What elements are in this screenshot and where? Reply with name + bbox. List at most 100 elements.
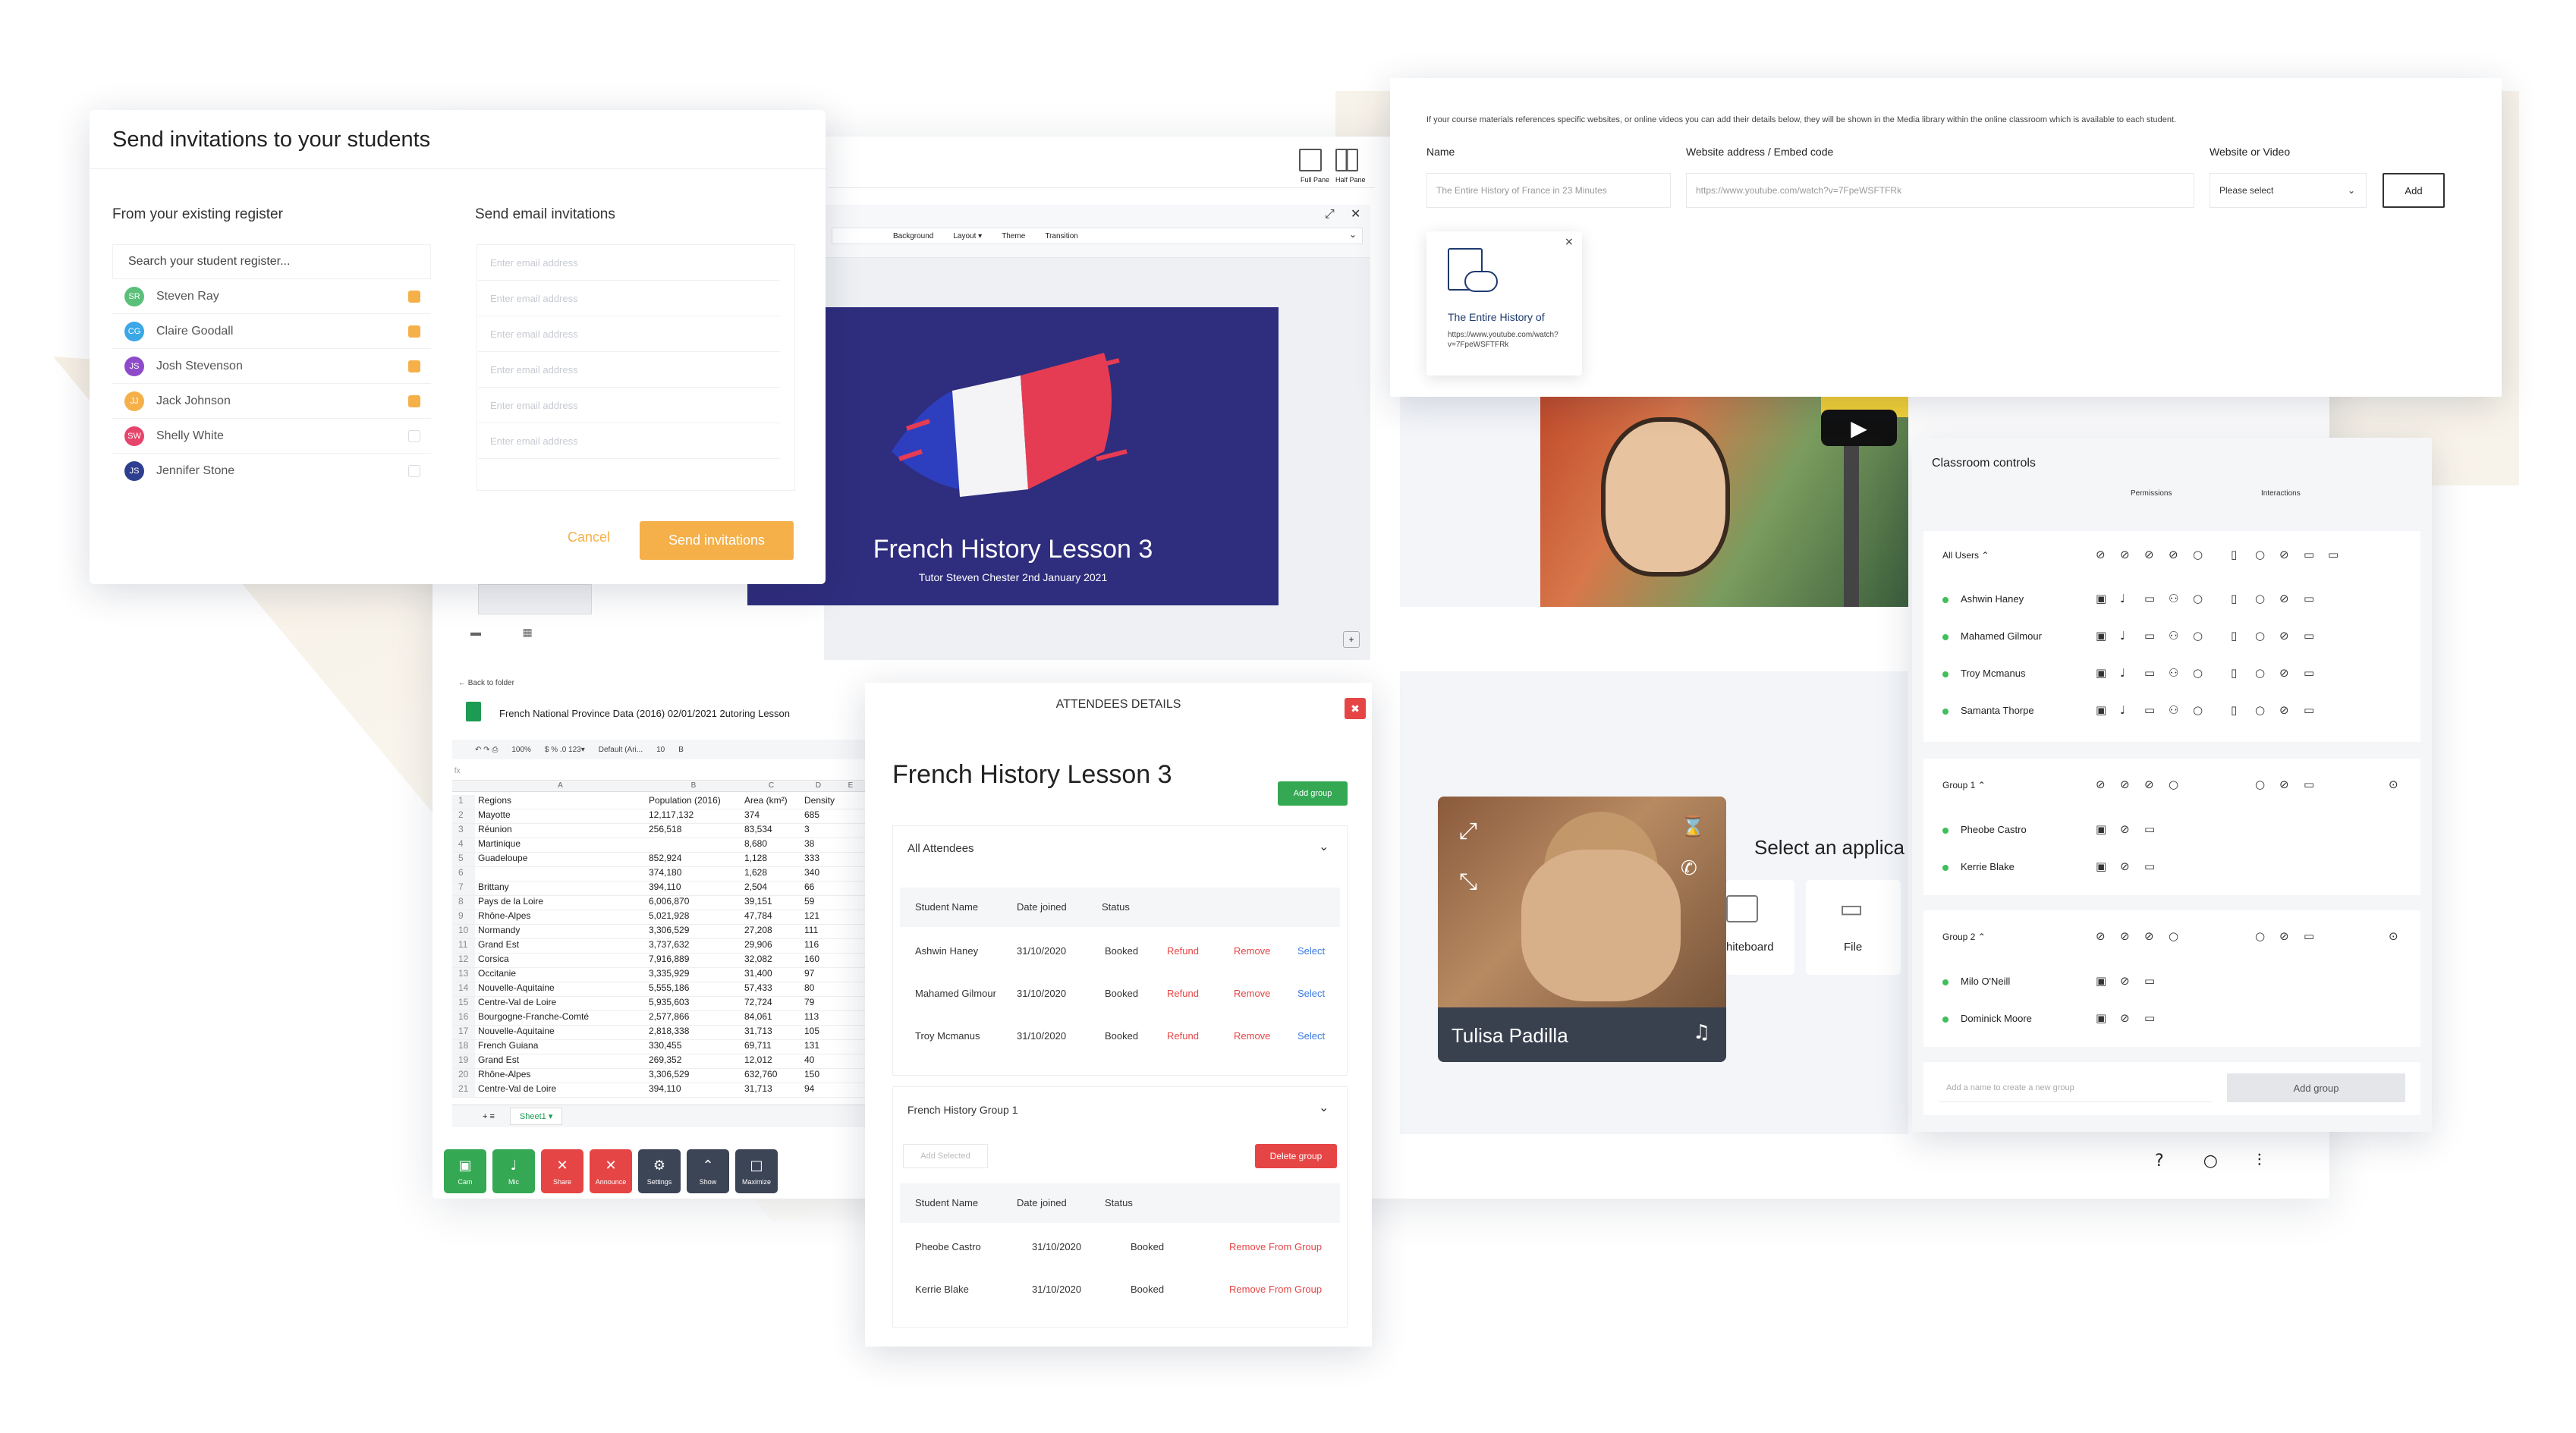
draw-off-icon[interactable]: ⊘ (2279, 929, 2289, 943)
camera-icon[interactable]: ▣ (2096, 859, 2106, 873)
chat-icon[interactable]: ○ (2193, 548, 2203, 561)
email-field[interactable]: Enter email address (478, 352, 780, 388)
add-media-button[interactable]: Add (2383, 173, 2445, 208)
mic-off-icon[interactable]: ⊘ (2120, 859, 2130, 873)
zoom-select[interactable]: 100% (511, 746, 531, 754)
screen-icon[interactable]: ▭ (2304, 666, 2314, 680)
draw-off-icon[interactable]: ⊘ (2279, 548, 2289, 561)
comment-icon[interactable]: ○ (2255, 666, 2265, 680)
chat-icon[interactable]: ○ (2193, 592, 2203, 605)
app-file[interactable]: ▭ File (1806, 880, 1901, 975)
camera-icon[interactable]: ▣ (2096, 974, 2106, 988)
email-field[interactable]: Enter email address (478, 245, 780, 281)
comment-icon[interactable]: ○ (2255, 703, 2265, 717)
sheet-row[interactable]: 11 Grand Est 3,737,632 29,906 116 (452, 939, 866, 954)
slide[interactable]: French History Lesson 3 Tutor Steven Che… (747, 307, 1279, 605)
half-pane-icon[interactable] (1335, 149, 1358, 171)
add-sheet-icon[interactable]: + ≡ (483, 1112, 495, 1121)
cancel-button[interactable]: Cancel (568, 530, 610, 545)
cam-off-icon[interactable]: ⊘ (2096, 778, 2106, 791)
history-video[interactable]: ▶ (1540, 394, 1908, 607)
mic-off-icon[interactable]: ⊘ (2120, 778, 2130, 791)
toolbar-show-button[interactable]: ⌃ Show (687, 1149, 729, 1193)
controls-add-group-button[interactable]: Add group (2227, 1073, 2405, 1102)
student-checkbox[interactable] (408, 464, 420, 477)
slide-tool-layout[interactable]: Layout ▾ (953, 232, 982, 240)
play-icon[interactable]: ▶ (1821, 410, 1897, 446)
monitor-icon[interactable]: ▭ (2144, 859, 2155, 873)
sheet-row[interactable]: 14 Nouvelle-Aquitaine 5,555,186 57,433 80 (452, 982, 866, 997)
screen-icon[interactable]: ▭ (2304, 778, 2314, 791)
screen-icon[interactable]: ▭ (2304, 592, 2314, 605)
close-button[interactable]: ✖ (1345, 698, 1366, 719)
currency-tools[interactable]: $ % .0 123▾ (545, 746, 585, 754)
sheet-row[interactable]: 15 Centre-Val de Loire 5,935,603 72,724 79 (452, 997, 866, 1011)
document-icon[interactable]: ▯ (2231, 592, 2237, 605)
mic-off-icon[interactable]: ⊘ (2120, 822, 2130, 836)
screen-off-icon[interactable]: ⊘ (2144, 548, 2154, 561)
toolbar-cam-button[interactable]: ▣ Cam (444, 1149, 486, 1193)
sheet-tab[interactable]: Sheet1 ▾ (509, 1108, 563, 1125)
sheet-row[interactable]: 10 Normandy 3,306,529 27,208 111 (452, 925, 866, 939)
chat-icon[interactable]: ○ (2169, 929, 2178, 943)
add-slide-icon[interactable]: + (1343, 631, 1360, 648)
sheet-row[interactable]: 17 Nouvelle-Aquitaine 2,818,338 31,713 105 (452, 1026, 866, 1040)
full-pane-icon[interactable] (1299, 149, 1322, 171)
select-link[interactable]: Select (1297, 988, 1325, 999)
sheet-row[interactable]: 12 Corsica 7,916,889 32,082 160 (452, 954, 866, 968)
student-checkbox[interactable] (408, 360, 420, 372)
group2-label[interactable]: Group 2 ⌃ (1942, 932, 1986, 942)
microphone-icon[interactable]: ♩ (2120, 703, 2125, 717)
camera-icon[interactable]: ▣ (2096, 822, 2106, 836)
camera-icon[interactable]: ▣ (2096, 592, 2106, 605)
sheet-row[interactable]: 13 Occitanie 3,335,929 31,400 97 (452, 968, 866, 982)
sheet-row[interactable]: 5 Guadeloupe 852,924 1,128 333 (452, 853, 866, 867)
student-row[interactable]: JS Jennifer Stone (112, 453, 431, 488)
media-card[interactable]: × The Entire History of https://www.yout… (1426, 231, 1582, 376)
screen-off-icon[interactable]: ⊘ (2144, 929, 2154, 943)
email-field[interactable]: Enter email address (478, 423, 780, 459)
remove-from-group-link[interactable]: Remove From Group (1229, 1241, 1322, 1252)
close-icon[interactable]: ✕ (1351, 206, 1360, 221)
mic-off-icon[interactable]: ⊘ (2120, 1011, 2130, 1025)
remove-link[interactable]: Remove (1234, 1030, 1270, 1042)
font-select[interactable]: Default (Ari... (599, 746, 643, 754)
toolbar-settings-button[interactable]: ⚙ Settings (638, 1149, 681, 1193)
users-icon[interactable]: ⚇ (2169, 592, 2178, 605)
camera-icon[interactable]: ▣ (2096, 629, 2106, 643)
document-icon[interactable]: ▯ (2231, 629, 2237, 643)
monitor-icon[interactable]: ▭ (2144, 974, 2155, 988)
mic-off-icon[interactable]: ⊘ (2120, 974, 2130, 988)
comment-icon[interactable]: ○ (2255, 592, 2265, 605)
address-input[interactable]: https://www.youtube.com/watch?v=7FpeWSFT… (1686, 173, 2194, 208)
student-checkbox[interactable] (408, 325, 420, 338)
refund-link[interactable]: Refund (1167, 945, 1199, 957)
chevron-down-icon[interactable]: ⌄ (1319, 1100, 1329, 1114)
draw-off-icon[interactable]: ⊘ (2279, 592, 2289, 605)
users-icon[interactable]: ⚇ (2169, 666, 2178, 680)
email-field[interactable]: Enter email address (478, 388, 780, 423)
bold-button[interactable]: B (678, 746, 684, 754)
chat-icon[interactable]: ○ (2203, 1152, 2218, 1171)
student-checkbox[interactable] (408, 429, 420, 442)
document-icon[interactable]: ▯ (2231, 548, 2237, 561)
refund-link[interactable]: Refund (1167, 988, 1199, 999)
mic-off-icon[interactable]: ⊘ (2120, 548, 2130, 561)
comment-icon[interactable]: ○ (2255, 548, 2265, 561)
add-group-button[interactable]: Add group (1278, 781, 1348, 806)
monitor-icon[interactable]: ▭ (2144, 703, 2155, 717)
sheet-row[interactable]: 1 Regions Population (2016) Area (km²) Densi… (452, 795, 866, 809)
settings-icon[interactable]: ⊙ (2389, 778, 2398, 791)
comment-icon[interactable]: ○ (2255, 778, 2265, 791)
thumbnail-nav[interactable]: ▬ ▦ (470, 626, 607, 649)
student-row[interactable]: JS Josh Stevenson (112, 348, 431, 383)
draw-off-icon[interactable]: ⊘ (2279, 778, 2289, 791)
chat-icon[interactable]: ○ (2169, 778, 2178, 791)
student-row[interactable]: CG Claire Goodall (112, 313, 431, 348)
monitor-icon[interactable]: ▭ (2144, 1011, 2155, 1025)
draw-off-icon[interactable]: ⊘ (2279, 703, 2289, 717)
expand-icon[interactable]: ⤢ (1325, 206, 1335, 222)
email-field[interactable]: Enter email address (478, 316, 780, 352)
sheet-row[interactable]: 19 Grand Est 269,352 12,012 40 (452, 1054, 866, 1069)
sheet-row[interactable]: 21 Centre-Val de Loire 394,110 31,713 94 (452, 1083, 866, 1098)
